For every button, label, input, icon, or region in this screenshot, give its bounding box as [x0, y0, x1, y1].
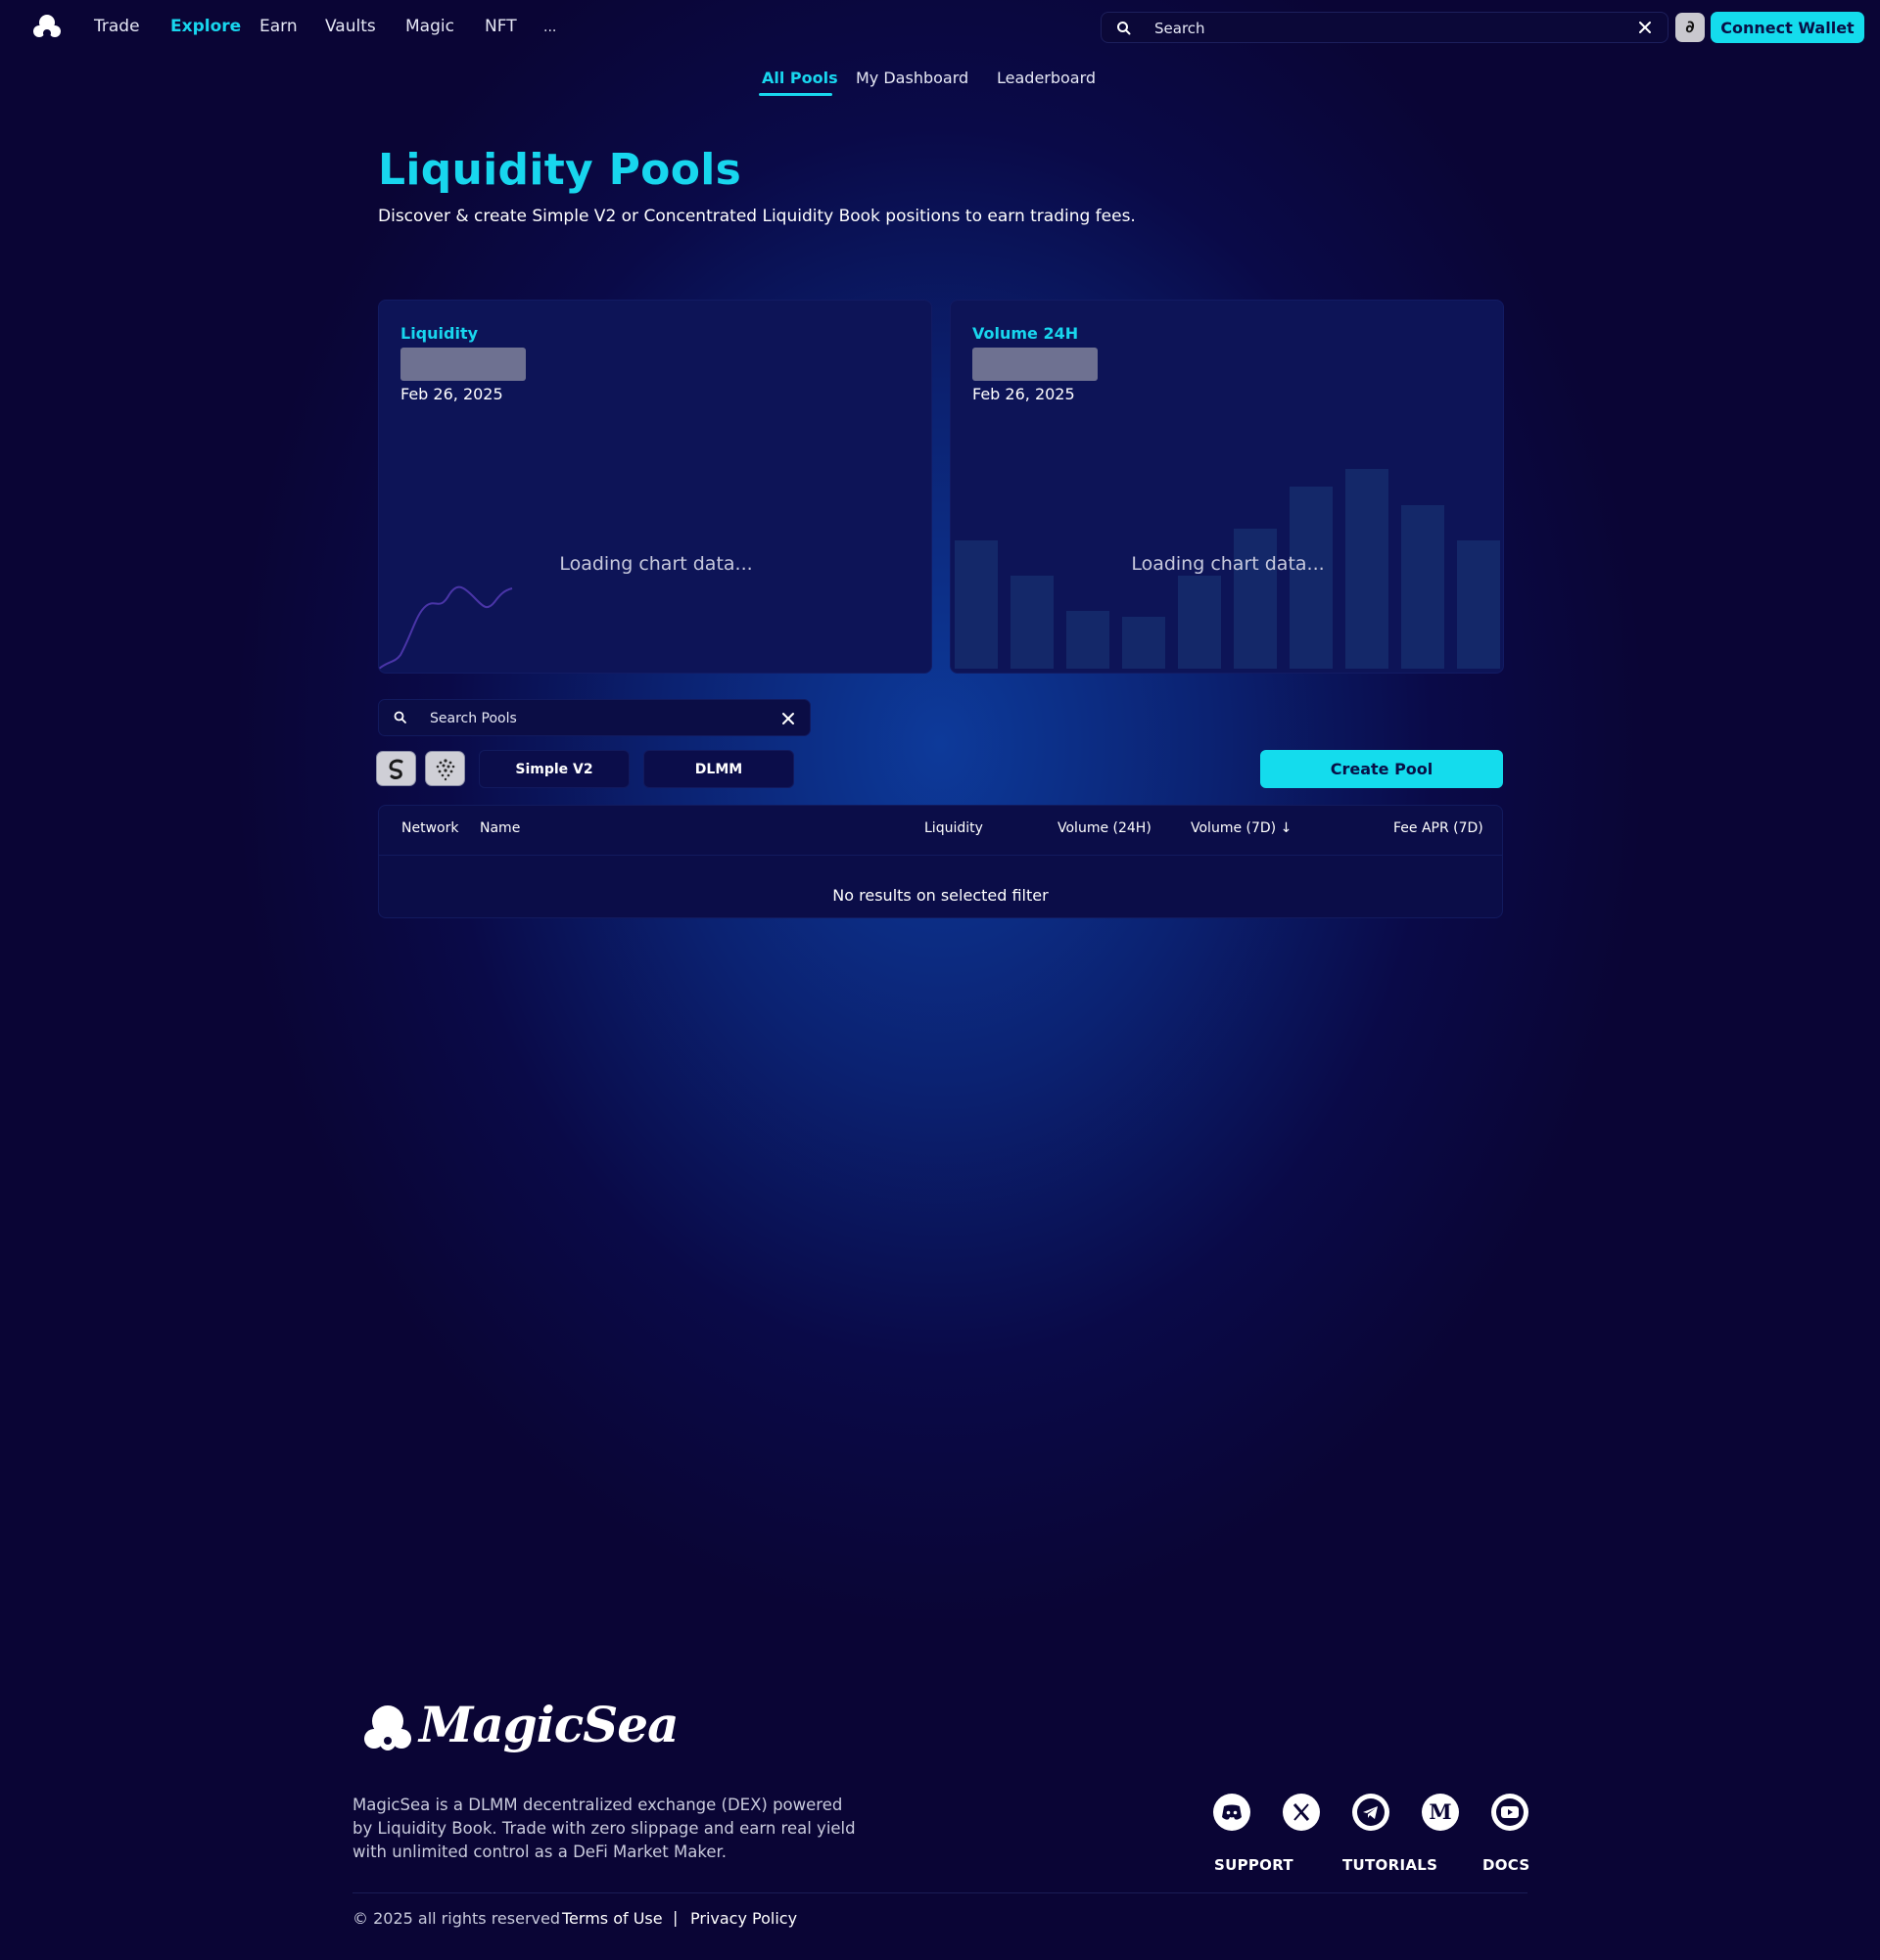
terms-of-use-link[interactable]: Terms of Use: [562, 1909, 663, 1928]
empty-state-message: No results on selected filter: [832, 886, 1049, 905]
column-header-volume-24h[interactable]: Volume (24H): [1058, 820, 1152, 836]
discord-link[interactable]: [1213, 1794, 1250, 1831]
youtube-link[interactable]: [1491, 1794, 1528, 1831]
x-icon: [1292, 1803, 1310, 1821]
dlmm-filter-button[interactable]: DLMM: [643, 750, 794, 788]
support-link[interactable]: SUPPORT: [1214, 1856, 1293, 1874]
pools-table: Network Name Liquidity Volume (24H) Volu…: [378, 805, 1503, 918]
column-header-fee-apr[interactable]: Fee APR (7D): [1393, 820, 1483, 836]
column-header-volume-7d[interactable]: Volume (7D) ↓: [1191, 820, 1292, 836]
footer-description: MagicSea is a DLMM decentralized exchang…: [352, 1796, 856, 1861]
telegram-icon: [1357, 1798, 1385, 1826]
medium-link[interactable]: M: [1422, 1794, 1459, 1831]
column-header-network[interactable]: Network: [401, 820, 458, 836]
youtube-icon: [1496, 1798, 1524, 1826]
footer-logo-text: MagicSea: [419, 1696, 679, 1753]
privacy-policy-link[interactable]: Privacy Policy: [690, 1909, 797, 1928]
filter-bar: Simple V2 DLMM Create Pool: [0, 0, 1880, 803]
create-pool-button[interactable]: Create Pool: [1260, 750, 1503, 788]
table-header-divider: [379, 855, 1502, 856]
docs-link[interactable]: DOCS: [1482, 1856, 1530, 1874]
tutorials-link[interactable]: TUTORIALS: [1342, 1856, 1437, 1874]
column-header-liquidity[interactable]: Liquidity: [924, 820, 983, 836]
iota-network-filter[interactable]: [425, 751, 465, 786]
discord-icon: [1222, 1804, 1242, 1820]
footer-divider: [352, 1892, 1528, 1893]
telegram-link[interactable]: [1352, 1794, 1389, 1831]
medium-icon: M: [1429, 1799, 1451, 1824]
svg-text:M: M: [1429, 1799, 1451, 1824]
iota-icon: [436, 759, 455, 781]
copyright-text: © 2025 all rights reserved: [352, 1909, 560, 1928]
column-header-name[interactable]: Name: [480, 820, 520, 836]
x-link[interactable]: [1283, 1794, 1320, 1831]
simple-v2-filter-button[interactable]: Simple V2: [479, 750, 630, 788]
sonic-icon: [389, 759, 403, 779]
sonic-network-filter[interactable]: [376, 751, 416, 786]
